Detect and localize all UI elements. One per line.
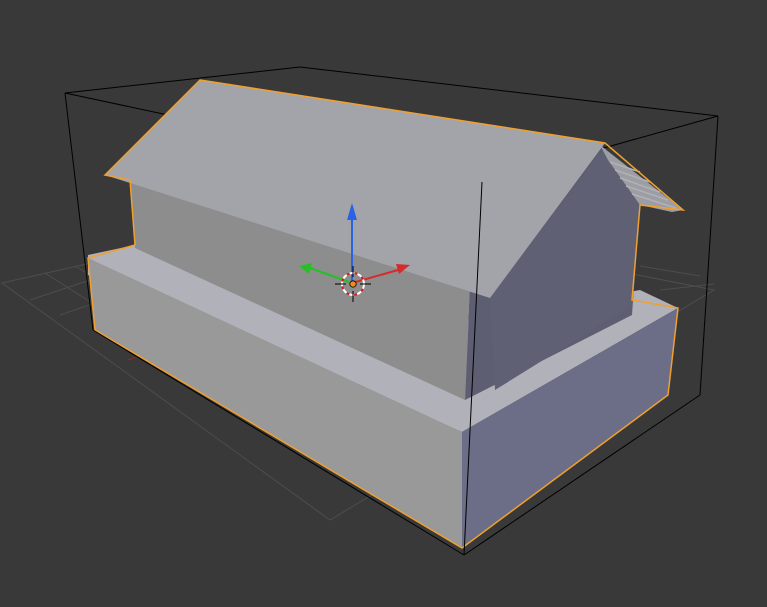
pivot-point-icon[interactable] (349, 280, 357, 288)
viewport-canvas[interactable] (0, 0, 767, 607)
3d-viewport[interactable] (0, 0, 767, 607)
